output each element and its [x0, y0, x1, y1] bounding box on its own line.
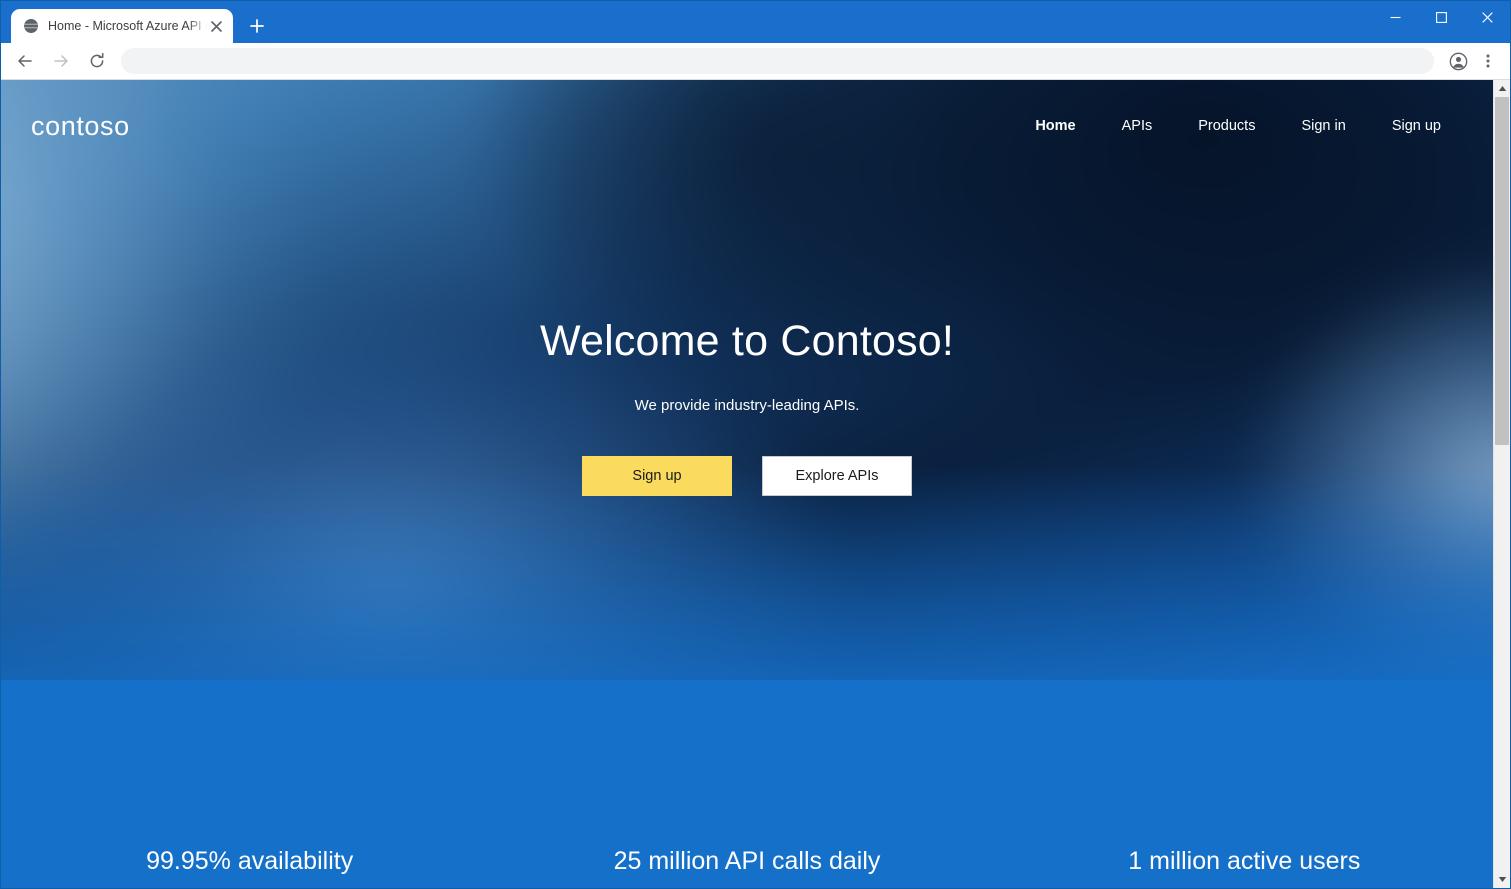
stat-item: 25 million API calls daily Our APIs defi… — [498, 847, 995, 888]
caret-up-icon[interactable] — [1494, 80, 1510, 97]
close-icon[interactable] — [207, 17, 225, 35]
stat-value: 1 million active users — [1128, 847, 1361, 875]
globe-icon — [22, 18, 39, 35]
site-logo[interactable]: contoso — [31, 112, 130, 140]
address-bar[interactable] — [121, 48, 1434, 74]
account-circle-icon[interactable] — [1444, 47, 1472, 75]
browser-window: Home - Microsoft Azure API Man — [0, 0, 1511, 889]
site-navbar: contoso Home APIs Products Sign in Sign … — [1, 80, 1493, 172]
hero-title: Welcome to Contoso! — [539, 317, 955, 365]
nav-item-home[interactable]: Home — [1035, 118, 1075, 134]
browser-toolbar — [1, 43, 1510, 80]
minimize-icon[interactable] — [1372, 1, 1418, 33]
sign-up-button[interactable]: Sign up — [582, 456, 732, 497]
nav-item-apis[interactable]: APIs — [1122, 118, 1153, 134]
nav-links: Home APIs Products Sign in Sign up — [1035, 118, 1459, 134]
window-controls — [1372, 1, 1510, 33]
page-scrollbar[interactable] — [1493, 80, 1510, 888]
scrollbar-track[interactable] — [1494, 97, 1510, 871]
contoso-developer-portal: contoso Home APIs Products Sign in Sign … — [1, 80, 1493, 888]
tab-title: Home - Microsoft Azure API Man — [48, 19, 207, 33]
nav-item-sign-in[interactable]: Sign in — [1301, 118, 1345, 134]
tab-strip: Home - Microsoft Azure API Man — [1, 1, 271, 43]
maximize-icon[interactable] — [1418, 1, 1464, 33]
page-viewport: contoso Home APIs Products Sign in Sign … — [1, 80, 1510, 888]
stat-value: 25 million API calls daily — [613, 847, 881, 875]
arrow-left-icon[interactable] — [10, 46, 40, 76]
scrollbar-thumb[interactable] — [1495, 97, 1509, 446]
three-dot-menu-icon[interactable] — [1474, 47, 1502, 75]
stat-item: 1 million active users Millions of peopl… — [996, 847, 1493, 888]
stats-section: 99.95% availability Our APIs can be used… — [1, 680, 1493, 888]
plus-icon[interactable] — [243, 12, 271, 40]
reload-icon[interactable] — [82, 46, 112, 76]
hero-actions: Sign up Explore APIs — [1, 456, 1493, 497]
browser-tab[interactable]: Home - Microsoft Azure API Man — [11, 9, 233, 43]
stat-value: 99.95% availability — [146, 847, 354, 875]
caret-down-icon[interactable] — [1494, 871, 1510, 888]
nav-item-sign-up[interactable]: Sign up — [1392, 118, 1441, 134]
close-icon[interactable] — [1464, 1, 1510, 33]
browser-title-bar: Home - Microsoft Azure API Man — [1, 1, 1510, 43]
hero-subtitle: We provide industry-leading APIs. — [634, 397, 860, 415]
stat-item: 99.95% availability Our APIs can be used… — [1, 847, 498, 888]
explore-apis-button[interactable]: Explore APIs — [762, 456, 912, 497]
nav-item-products[interactable]: Products — [1198, 118, 1255, 134]
arrow-right-icon — [46, 46, 76, 76]
